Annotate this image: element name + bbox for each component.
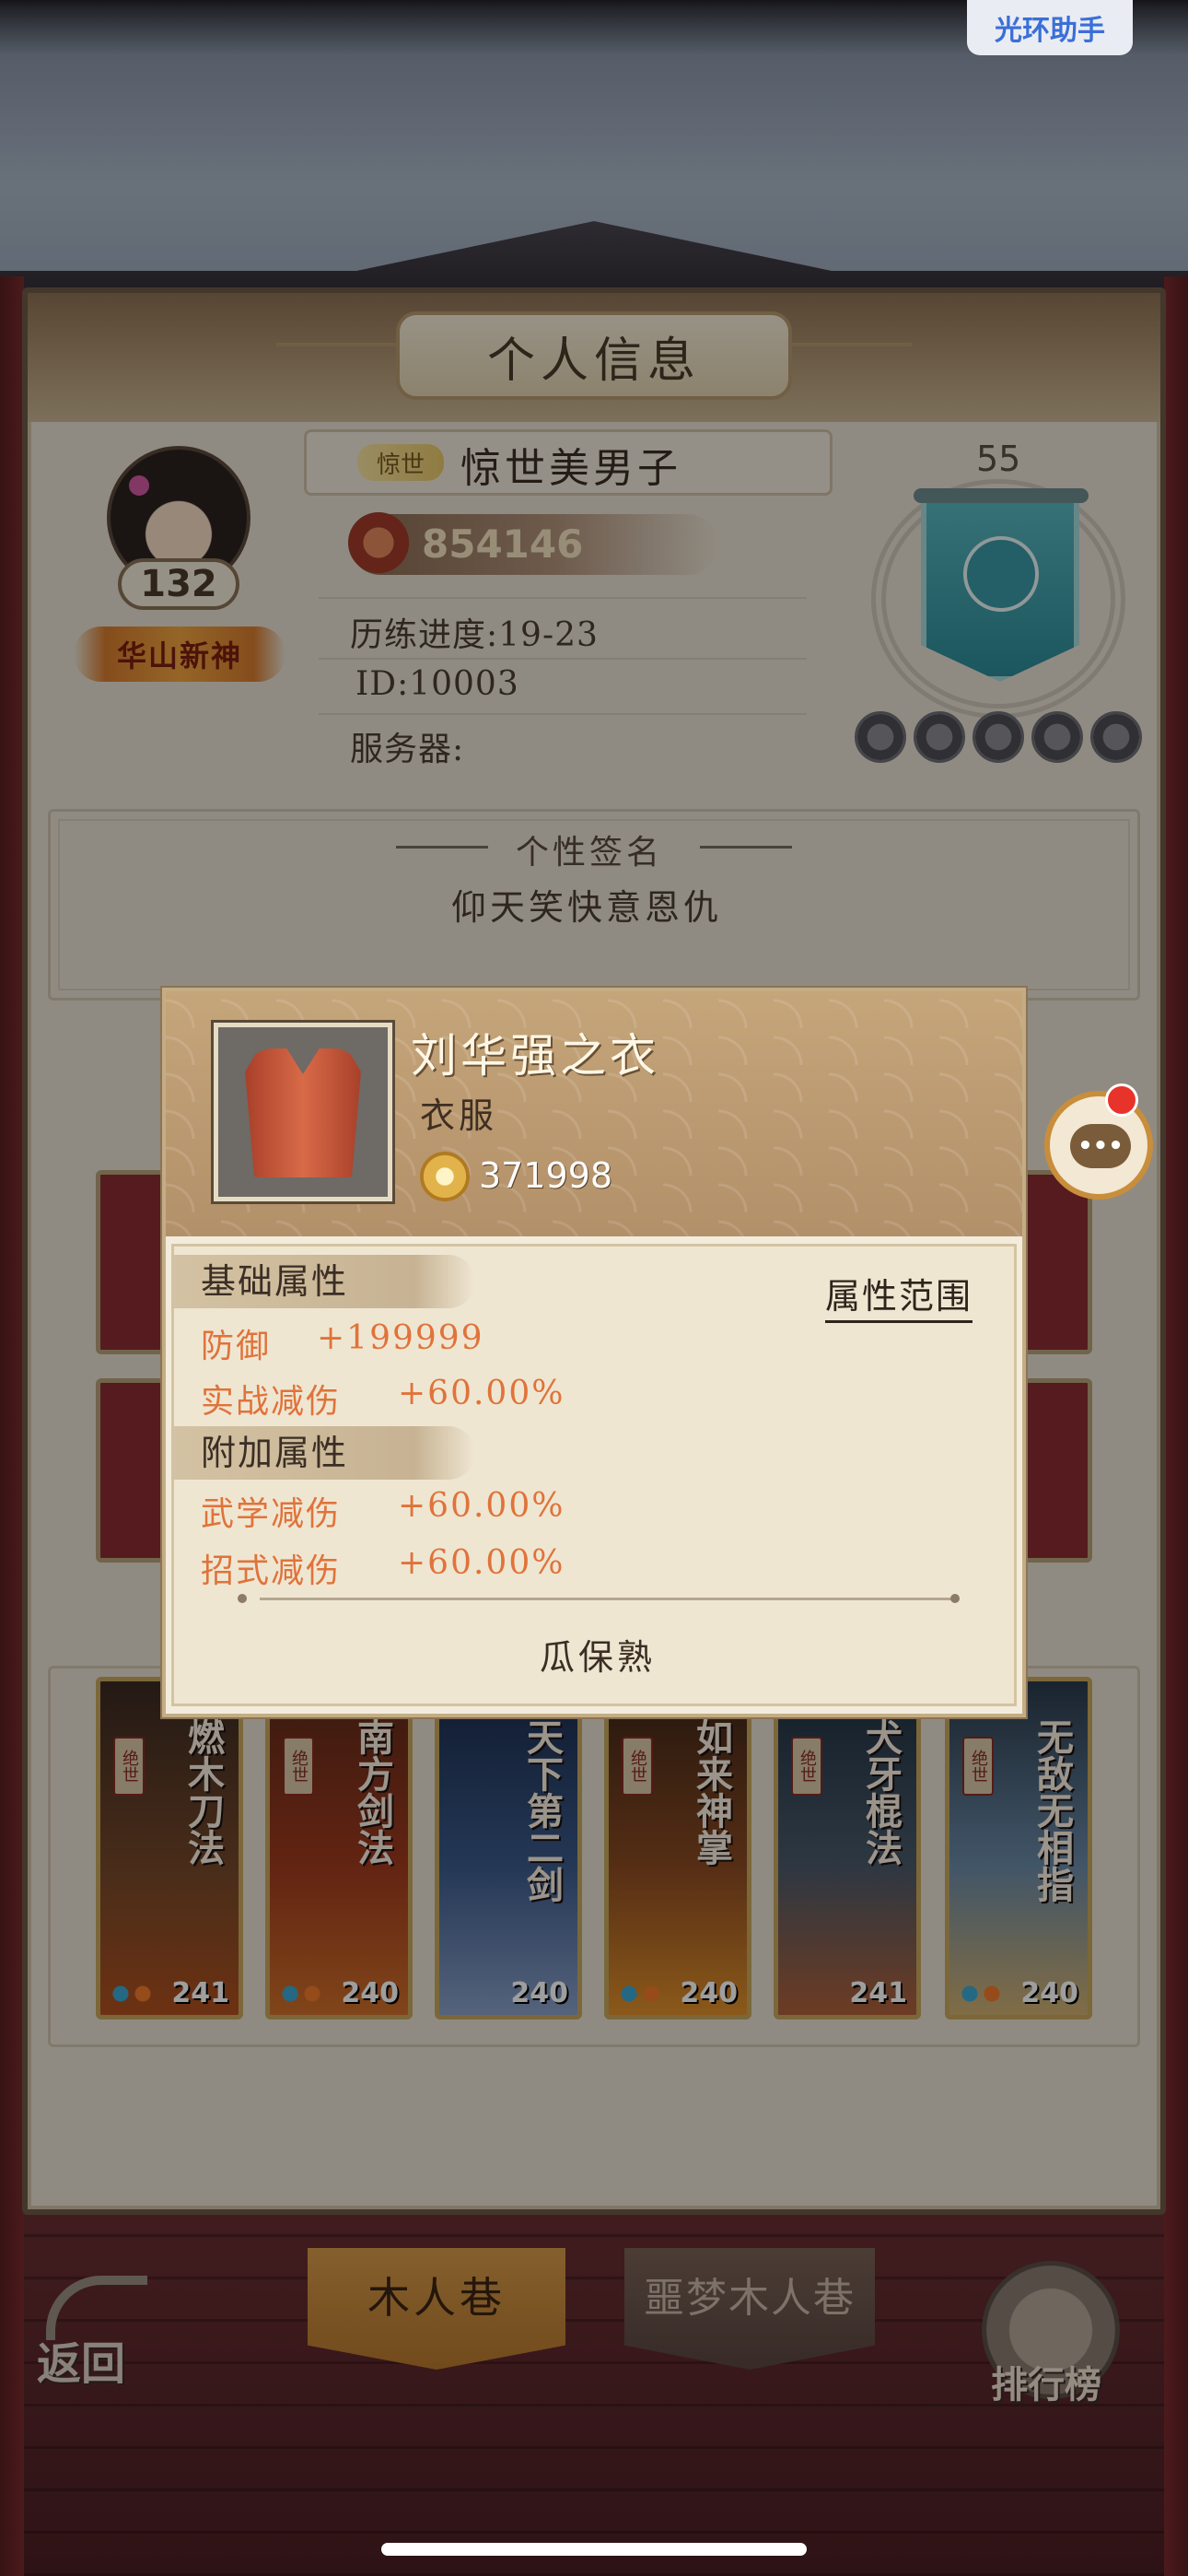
item-power: 371998	[479, 1155, 613, 1196]
attr-value: +60.00%	[398, 1375, 565, 1412]
helper-button[interactable]: 光环助手	[967, 0, 1133, 55]
item-name: 刘华强之衣	[411, 1029, 659, 1083]
item-type: 衣服	[420, 1095, 498, 1136]
popup-divider	[260, 1598, 956, 1600]
power-icon	[420, 1152, 470, 1201]
extra-attributes-header: 附加属性	[171, 1426, 475, 1480]
attr-value: +60.00%	[398, 1544, 565, 1582]
attr-label: 武学减伤	[201, 1495, 342, 1533]
base-attributes-header: 基础属性	[171, 1255, 475, 1308]
divider-dot	[950, 1594, 960, 1603]
divider-dot	[238, 1594, 247, 1603]
attr-value: +199999	[317, 1319, 484, 1357]
home-indicator[interactable]	[381, 2543, 807, 2556]
item-source-text: 瓜保熟	[540, 1637, 657, 1678]
attr-label: 防御	[201, 1328, 272, 1365]
notification-dot	[1105, 1083, 1138, 1117]
attribute-range-button[interactable]: 属性范围	[825, 1268, 973, 1323]
attr-label: 实战减伤	[201, 1383, 342, 1421]
attr-value: +60.00%	[398, 1487, 565, 1525]
chat-bubble-icon: •••	[1070, 1124, 1131, 1168]
attr-label: 招式减伤	[201, 1552, 342, 1590]
